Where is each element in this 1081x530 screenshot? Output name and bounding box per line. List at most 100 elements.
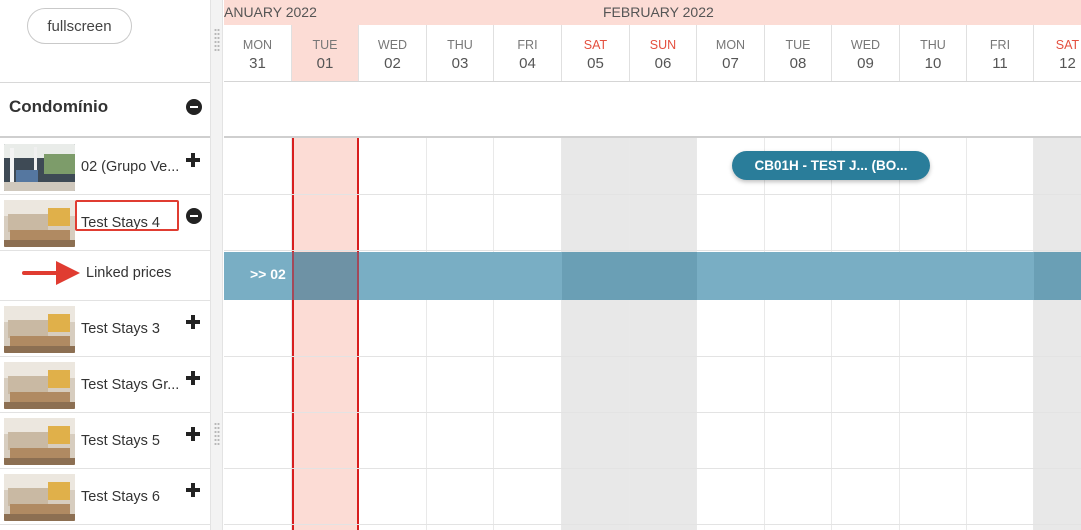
day-number: 09: [857, 55, 874, 72]
room-name: 02 (Grupo Ve...: [81, 159, 180, 175]
linked-prices-label: Linked prices: [86, 265, 172, 281]
room-name: Test Stays Gr...: [81, 377, 180, 393]
weekend-column[interactable]: [630, 138, 697, 530]
day-number: 06: [654, 55, 672, 72]
expand-room-icon[interactable]: [186, 427, 200, 441]
booking-pill[interactable]: CB01H - TEST J... (BO...: [732, 151, 930, 180]
day-number: 01: [316, 55, 334, 72]
day-number: 03: [451, 55, 469, 72]
group-title: Condomínio: [9, 97, 109, 116]
row-divider: [224, 468, 1081, 469]
room-thumbnail: [4, 200, 75, 247]
room-thumbnail: [4, 474, 75, 521]
calendar-grid: ANUARY 2022 FEBRUARY 2022 MON 31 TUE 01 WE…: [224, 0, 1081, 530]
room-name: Test Stays 6: [81, 489, 160, 505]
header-divider: [224, 81, 1081, 82]
expand-room-icon[interactable]: [186, 153, 200, 167]
room-name: Test Stays 5: [81, 433, 160, 449]
day-of-week: SAT: [583, 38, 608, 52]
weekend-band-overlay: [562, 252, 697, 300]
collapse-group-icon[interactable]: [186, 99, 202, 115]
day-column[interactable]: [765, 138, 832, 530]
row-divider: [224, 194, 1081, 195]
weekend-column[interactable]: [562, 138, 630, 530]
room-row[interactable]: Test Stays 3: [0, 301, 210, 357]
day-number: 02: [384, 55, 401, 72]
month-bar: ANUARY 2022 FEBRUARY 2022: [224, 0, 1081, 25]
month-label: ANUARY 2022: [224, 4, 317, 20]
day-header: WED 09: [832, 25, 900, 81]
day-column[interactable]: [900, 138, 967, 530]
day-column[interactable]: [359, 138, 427, 530]
day-header: THU 03: [427, 25, 494, 81]
expand-room-icon[interactable]: [186, 371, 200, 385]
day-column[interactable]: [427, 138, 494, 530]
day-column[interactable]: [832, 138, 900, 530]
day-of-week: SAT: [1055, 38, 1080, 52]
day-of-week: FRI: [517, 38, 538, 52]
day-header: SAT 05: [562, 25, 630, 81]
room-row[interactable]: Test Stays 6: [0, 469, 210, 525]
day-number: 07: [722, 55, 739, 72]
day-number: 12: [1059, 55, 1076, 72]
day-header-today: TUE 01: [292, 25, 359, 81]
day-of-week: TUE: [312, 38, 338, 52]
day-column[interactable]: [697, 138, 765, 530]
annotation-highlight-box: [75, 200, 179, 231]
day-number: 10: [924, 55, 942, 72]
linked-band-label: >> 02: [250, 266, 286, 282]
room-row[interactable]: Test Stays 5: [0, 413, 210, 469]
day-column[interactable]: [967, 138, 1034, 530]
drag-handle-icon[interactable]: [214, 28, 220, 52]
room-thumbnail: [4, 362, 75, 409]
room-name: Test Stays 3: [81, 321, 160, 337]
day-of-week: TUE: [785, 38, 811, 52]
day-header: WED 02: [359, 25, 427, 81]
room-thumbnail: [4, 418, 75, 465]
day-number: 31: [249, 55, 266, 72]
day-column[interactable]: [224, 138, 292, 530]
day-header: SAT 12: [1034, 25, 1081, 81]
room-row[interactable]: Test Stays Gr...: [0, 357, 210, 413]
room-thumbnail: [4, 144, 75, 191]
linked-prices-band[interactable]: >> 02: [224, 252, 1081, 300]
expand-room-icon[interactable]: [186, 315, 200, 329]
row-divider: [224, 250, 1081, 251]
drag-handle-icon[interactable]: [214, 422, 220, 446]
row-divider: [224, 524, 1081, 525]
group-header: Condomínio: [0, 82, 210, 138]
room-thumbnail: [4, 306, 75, 353]
day-number: 11: [992, 55, 1008, 72]
resource-panel: fullscreen Condomínio 02 (Grupo Ve... Te…: [0, 0, 210, 530]
day-header: TUE 08: [765, 25, 832, 81]
expand-room-icon[interactable]: [186, 483, 200, 497]
day-of-week: SUN: [649, 38, 677, 52]
day-of-week: WED: [850, 38, 881, 52]
panel-splitter[interactable]: [210, 0, 223, 530]
day-header: FRI 04: [494, 25, 562, 81]
day-header: FRI 11: [967, 25, 1034, 81]
day-of-week: THU: [920, 38, 946, 52]
day-of-week: MON: [715, 38, 746, 52]
month-label: FEBRUARY 2022: [603, 4, 714, 20]
row-divider: [224, 356, 1081, 357]
day-number: 05: [587, 55, 604, 72]
day-column[interactable]: [494, 138, 562, 530]
day-of-week: FRI: [989, 38, 1011, 52]
day-number: 08: [789, 55, 807, 72]
day-header: MON 31: [224, 25, 292, 81]
arrow-right-icon: [22, 261, 80, 285]
day-of-week: MON: [242, 38, 273, 52]
fullscreen-button[interactable]: fullscreen: [27, 8, 132, 44]
room-row[interactable]: 02 (Grupo Ve...: [0, 139, 210, 195]
day-header: THU 10: [900, 25, 967, 81]
today-band-overlay: [292, 252, 359, 300]
row-divider: [224, 412, 1081, 413]
today-column[interactable]: [292, 138, 359, 530]
day-header: MON 07: [697, 25, 765, 81]
day-header: SUN 06: [630, 25, 697, 81]
weekend-band-overlay: [1034, 252, 1081, 300]
weekend-column[interactable]: [1034, 138, 1081, 530]
day-of-week: THU: [447, 38, 473, 52]
collapse-room-icon[interactable]: [186, 208, 202, 224]
